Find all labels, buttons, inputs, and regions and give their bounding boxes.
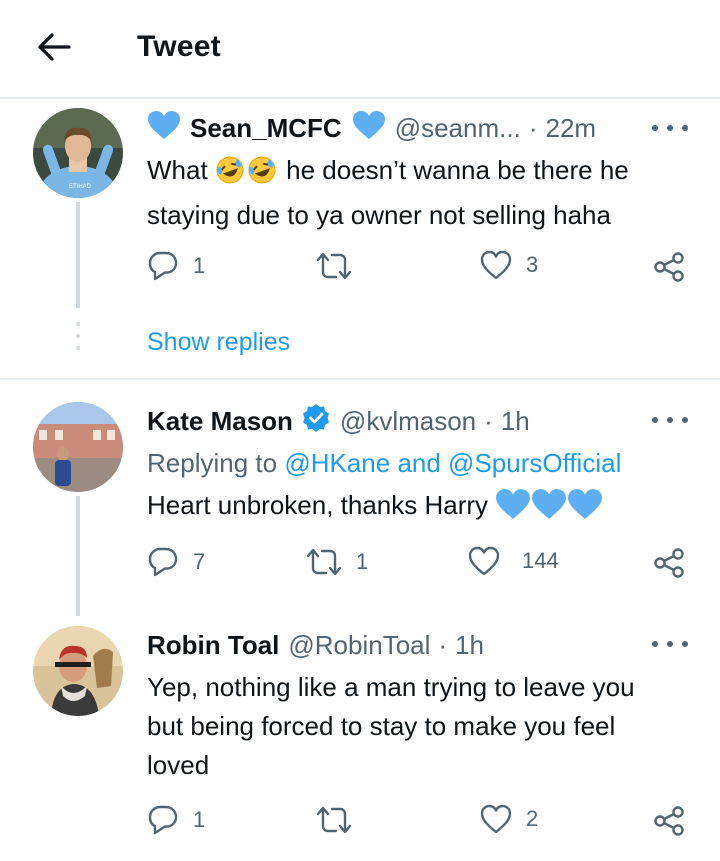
timestamp[interactable]: 1h	[501, 406, 530, 437]
display-name[interactable]: Robin Toal	[147, 630, 279, 661]
reply-icon	[148, 547, 178, 577]
laughing-emoji-icon	[247, 155, 279, 196]
reply-button[interactable]: 1	[147, 250, 205, 282]
retweet-count: 1	[356, 549, 369, 574]
timestamp[interactable]: 1h	[455, 630, 484, 661]
reply-count: 1	[193, 253, 206, 278]
like-count: 2	[526, 806, 539, 831]
like-button[interactable]: 144	[468, 546, 559, 576]
reply-count: 1	[193, 807, 206, 832]
user-handle[interactable]: @kvlmason	[340, 406, 476, 437]
avatar[interactable]	[33, 626, 123, 716]
retweet-button[interactable]	[316, 250, 366, 282]
separator-dot: ·	[438, 629, 448, 660]
divider	[0, 378, 720, 380]
avatar[interactable]: ETIHAD	[33, 108, 123, 198]
like-button[interactable]: 2	[480, 804, 538, 834]
blue-heart-icon	[567, 488, 603, 531]
blue-heart-icon	[495, 488, 531, 531]
show-replies-link[interactable]: Show replies	[147, 328, 290, 357]
share-button[interactable]	[654, 806, 686, 836]
blue-heart-icon	[531, 488, 567, 531]
more-icon[interactable]	[652, 118, 688, 138]
like-button[interactable]: 3	[480, 250, 538, 280]
retweet-icon	[316, 252, 352, 280]
share-icon	[654, 252, 684, 282]
tweet-text: Heart unbroken, thanks Harry	[147, 486, 687, 531]
share-button[interactable]	[654, 252, 686, 282]
retweet-icon	[316, 806, 352, 834]
tweet-header: Kate Mason @kvlmason · 1h	[147, 403, 530, 440]
user-handle[interactable]: @RobinToal	[288, 630, 430, 661]
like-count: 3	[526, 252, 539, 277]
replying-and[interactable]: and	[390, 448, 448, 478]
reply-count: 7	[193, 549, 206, 574]
tweet-text: What he doesn’t wanna be there he stayin…	[147, 151, 687, 235]
separator-dot: ·	[528, 112, 538, 143]
tweet-actions: 1 2	[0, 804, 720, 844]
tweet-header: Sean_MCFC @seanm... · 22m	[147, 110, 596, 147]
mention-link[interactable]: @SpursOfficial	[448, 448, 621, 478]
svg-text:ETIHAD: ETIHAD	[69, 184, 92, 190]
tweet-actions: 7 1 144	[0, 546, 720, 586]
reply-button[interactable]: 1	[147, 804, 205, 836]
like-icon	[468, 546, 500, 576]
display-name[interactable]: Kate Mason	[147, 406, 293, 437]
retweet-icon	[306, 548, 342, 576]
replying-to: Replying to @HKane and @SpursOfficial	[147, 448, 621, 479]
avatar[interactable]	[33, 402, 123, 492]
timestamp[interactable]: 22m	[545, 113, 596, 144]
more-icon[interactable]	[652, 634, 688, 654]
share-icon	[654, 806, 684, 836]
mention-link[interactable]: @HKane	[284, 448, 390, 478]
reply-icon	[148, 251, 178, 281]
user-handle[interactable]: @seanm...	[395, 113, 521, 144]
reply-icon	[148, 805, 178, 835]
replying-to-label: Replying to	[147, 448, 285, 478]
share-icon	[654, 548, 684, 578]
thread-dots	[76, 322, 80, 362]
separator-dot: ·	[484, 405, 493, 436]
like-count: 144	[522, 548, 559, 573]
tweet-text-body: Heart unbroken, thanks Harry	[147, 490, 496, 520]
top-bar: Tweet	[0, 0, 720, 99]
laughing-emoji-icon	[215, 155, 247, 196]
like-icon	[480, 250, 512, 280]
retweet-button[interactable]: 1	[306, 546, 368, 578]
tweet-header: Robin Toal @RobinToal · 1h	[147, 628, 484, 662]
page-title: Tweet	[137, 30, 221, 63]
tweet-actions: 1 3	[0, 250, 720, 290]
like-icon	[480, 804, 512, 834]
tweet-text-start: What	[147, 155, 215, 185]
blue-heart-icon	[147, 110, 181, 147]
verified-badge-icon	[301, 403, 331, 440]
tweet-text: Yep, nothing like a man trying to leave …	[147, 672, 635, 780]
display-name[interactable]: Sean_MCFC	[190, 113, 342, 144]
retweet-button[interactable]	[316, 804, 366, 836]
more-icon[interactable]	[652, 410, 688, 430]
back-arrow-icon[interactable]	[36, 30, 76, 64]
blue-heart-icon	[352, 110, 386, 147]
share-button[interactable]	[654, 548, 686, 578]
reply-button[interactable]: 7	[147, 546, 205, 578]
